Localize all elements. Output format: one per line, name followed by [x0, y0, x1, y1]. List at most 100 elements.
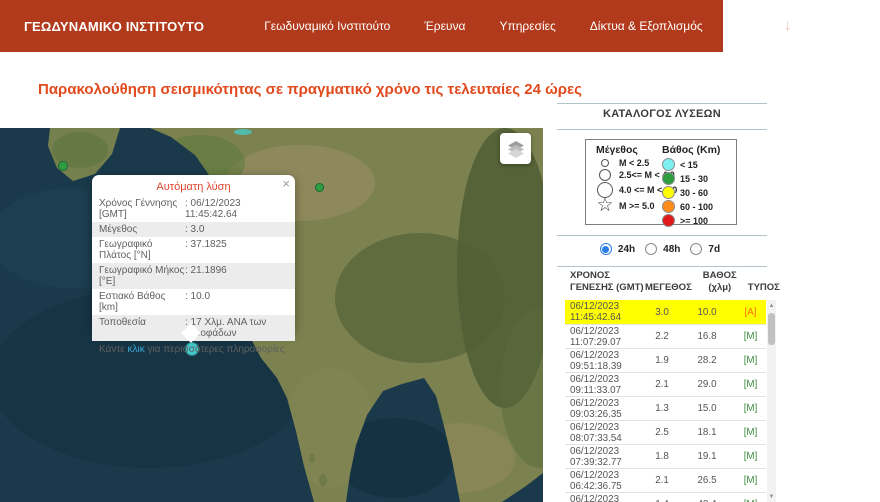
scrollbar-down-icon[interactable]: ▼ — [767, 492, 776, 502]
table-row[interactable]: 06/12/2023 11:07:29.072.216.8[M] — [565, 324, 766, 348]
table-header-col3: ΒΑΘΟΣ (χλμ) — [692, 270, 748, 293]
cell-time: 06/12/2023 07:39:32.77 — [565, 446, 645, 468]
popup-row-value: : 37.1825 — [185, 239, 288, 261]
popup-footer: Κάντε κλικ για περισσότερες πληροφορίες — [92, 341, 295, 358]
cell-depth: 19.1 — [679, 451, 735, 462]
magnitude-legend-label: M < 2.5 — [619, 158, 649, 168]
table-row[interactable]: 06/12/2023 09:11:33.072.129.0[M] — [565, 372, 766, 396]
divider — [557, 103, 767, 104]
cell-time: 06/12/2023 06:37:52.46 — [565, 494, 645, 502]
popup-row-value: : 21.1896 — [185, 265, 288, 287]
circle-icon — [596, 169, 614, 181]
radio-48h[interactable] — [645, 243, 657, 255]
nav-item-υπηρεσίες[interactable]: Υπηρεσίες — [499, 19, 555, 33]
table-header-col4: ΤΥΠΟΣ — [748, 282, 780, 294]
popup-row-label: Μέγεθος — [99, 224, 185, 235]
earthquake-popup: × Αυτόματη λύση Χρόνος Γέννησης [GMT]: 0… — [92, 175, 295, 333]
popup-row-value: : 17 Χλμ. ΑΝΑ των Στροφάδων — [185, 317, 288, 339]
page: ΓΕΩΔΥΝΑΜΙΚΟ ΙΝΣΤΙΤΟΥΤΟ Γεωδυναμικό Ινστι… — [0, 0, 880, 502]
radio-24h[interactable] — [600, 243, 612, 255]
nav-item-γεωδυναμικό-ινστιτούτο[interactable]: Γεωδυναμικό Ινστιτούτο — [264, 19, 390, 33]
nav-item-έρευνα[interactable]: Έρευνα — [424, 19, 465, 33]
event-marker-green-inland[interactable] — [315, 183, 324, 192]
popup-row: Γεωγραφικό Μήκος [°E]: 21.1896 — [92, 263, 295, 289]
table-row[interactable]: 06/12/2023 06:42:36.752.126.5[M] — [565, 468, 766, 492]
top-navbar: ΓΕΩΔΥΝΑΜΙΚΟ ΙΝΣΤΙΤΟΥΤΟ Γεωδυναμικό Ινστι… — [0, 0, 723, 52]
popup-footer-text: Κάντε — [99, 344, 128, 355]
page-title: Παρακολούθηση σεισμικότητας σε πραγματικ… — [38, 81, 582, 98]
radio-label-7d[interactable]: 7d — [708, 244, 720, 255]
divider — [557, 129, 767, 130]
depth-legend-item: 60 - 100 — [662, 200, 720, 213]
depth-legend-label: 60 - 100 — [680, 202, 713, 212]
cell-type: [A] — [735, 307, 766, 318]
event-marker-green-nw[interactable] — [58, 161, 68, 171]
cell-magnitude: 2.1 — [645, 475, 679, 486]
table-row[interactable]: 06/12/2023 07:39:32.771.819.1[M] — [565, 444, 766, 468]
star-icon: ☆ — [596, 199, 614, 213]
catalog-title: ΚΑΤΑΛΟΓΟΣ ΛΥΣΕΩΝ — [557, 108, 767, 120]
table-row[interactable]: 06/12/2023 08:07:33.542.518.1[M] — [565, 420, 766, 444]
nav-item-δίκτυα-εξοπλισμός[interactable]: Δίκτυα & Εξοπλισμός — [590, 19, 703, 33]
table-header-col2: ΜΕΓΕΘΟΣ — [645, 282, 692, 294]
time-range-selector: 24h 48h 7d — [557, 243, 767, 255]
popup-row-label: Τοποθεσία — [99, 317, 185, 339]
popup-row-label: Εστιακό Βάθος [km] — [99, 291, 185, 313]
cell-depth: 16.8 — [679, 331, 735, 342]
scroll-down-icon[interactable]: ↓ — [784, 17, 792, 35]
cell-type: [M] — [735, 451, 766, 462]
cell-time: 06/12/2023 09:11:33.07 — [565, 374, 645, 396]
cell-depth: 28.2 — [679, 355, 735, 366]
cell-time: 06/12/2023 09:03:26.35 — [565, 398, 645, 420]
radio-label-48h[interactable]: 48h — [663, 244, 680, 255]
cell-magnitude: 2.2 — [645, 331, 679, 342]
radio-7d[interactable] — [690, 243, 702, 255]
cell-type: [M] — [735, 403, 766, 414]
depth-color-icon — [662, 158, 675, 171]
popup-footer-text: για περισσότερες πληροφορίες — [145, 344, 285, 355]
brand-logo-text[interactable]: ΓΕΩΔΥΝΑΜΙΚΟ ΙΝΣΤΙΤΟΥΤΟ — [24, 19, 204, 34]
layers-control-button[interactable] — [500, 133, 531, 164]
depth-legend: Βάθος (Km) < 1515 - 3030 - 6060 - 100>= … — [662, 144, 720, 228]
events-table: 06/12/2023 11:45:42.643.010.0[A]06/12/20… — [565, 300, 766, 502]
cell-time: 06/12/2023 11:07:29.07 — [565, 326, 645, 348]
scrollbar-up-icon[interactable]: ▲ — [767, 300, 776, 311]
popup-title: Αυτόματη λύση — [92, 175, 295, 196]
table-row[interactable]: 06/12/2023 11:45:42.643.010.0[A] — [565, 300, 766, 324]
cell-depth: 29.0 — [679, 379, 735, 390]
radio-label-24h[interactable]: 24h — [618, 244, 635, 255]
divider — [557, 235, 767, 236]
popup-close-icon[interactable]: × — [282, 177, 290, 190]
depth-color-icon — [662, 186, 675, 199]
seismicity-map[interactable]: × Αυτόματη λύση Χρόνος Γέννησης [GMT]: 0… — [0, 128, 543, 502]
cell-magnitude: 2.5 — [645, 427, 679, 438]
cell-time: 06/12/2023 09:51:18.39 — [565, 350, 645, 372]
cell-time: 06/12/2023 08:07:33.54 — [565, 422, 645, 444]
table-row[interactable]: 06/12/2023 09:03:26.351.315.0[M] — [565, 396, 766, 420]
scrollbar-thumb[interactable] — [768, 313, 775, 345]
table-row[interactable]: 06/12/2023 06:37:52.461.448.4[M] — [565, 492, 766, 502]
popup-row-label: Χρόνος Γέννησης [GMT] — [99, 198, 185, 220]
cell-magnitude: 1.9 — [645, 355, 679, 366]
cell-magnitude: 1.8 — [645, 451, 679, 462]
divider — [557, 266, 767, 267]
more-info-link[interactable]: κλικ — [128, 344, 145, 355]
depth-legend-title: Βάθος (Km) — [662, 144, 720, 156]
nav-item-νέα[interactable]: Νέα — [737, 19, 758, 33]
table-scrollbar[interactable]: ▲ ▼ — [767, 300, 776, 502]
cell-type: [M] — [735, 379, 766, 390]
cell-depth: 10.0 — [679, 307, 735, 318]
depth-legend-label: 30 - 60 — [680, 188, 708, 198]
legend-box: Μέγεθος M < 2.52.5<= M < 4.04.0 <= M < 5… — [585, 139, 737, 225]
popup-row: Χρόνος Γέννησης [GMT]: 06/12/2023 11:45:… — [92, 196, 295, 222]
cell-magnitude: 2.1 — [645, 379, 679, 390]
depth-color-icon — [662, 172, 675, 185]
popup-row: Γεωγραφικό Πλάτος [°N]: 37.1825 — [92, 237, 295, 263]
popup-row-value: : 10.0 — [185, 291, 288, 313]
depth-legend-label: 15 - 30 — [680, 174, 708, 184]
cell-depth: 18.1 — [679, 427, 735, 438]
popup-row-label: Γεωγραφικό Πλάτος [°N] — [99, 239, 185, 261]
popup-row-value: : 06/12/2023 11:45:42.64 — [185, 198, 288, 220]
table-row[interactable]: 06/12/2023 09:51:18.391.928.2[M] — [565, 348, 766, 372]
depth-legend-item: 15 - 30 — [662, 172, 720, 185]
